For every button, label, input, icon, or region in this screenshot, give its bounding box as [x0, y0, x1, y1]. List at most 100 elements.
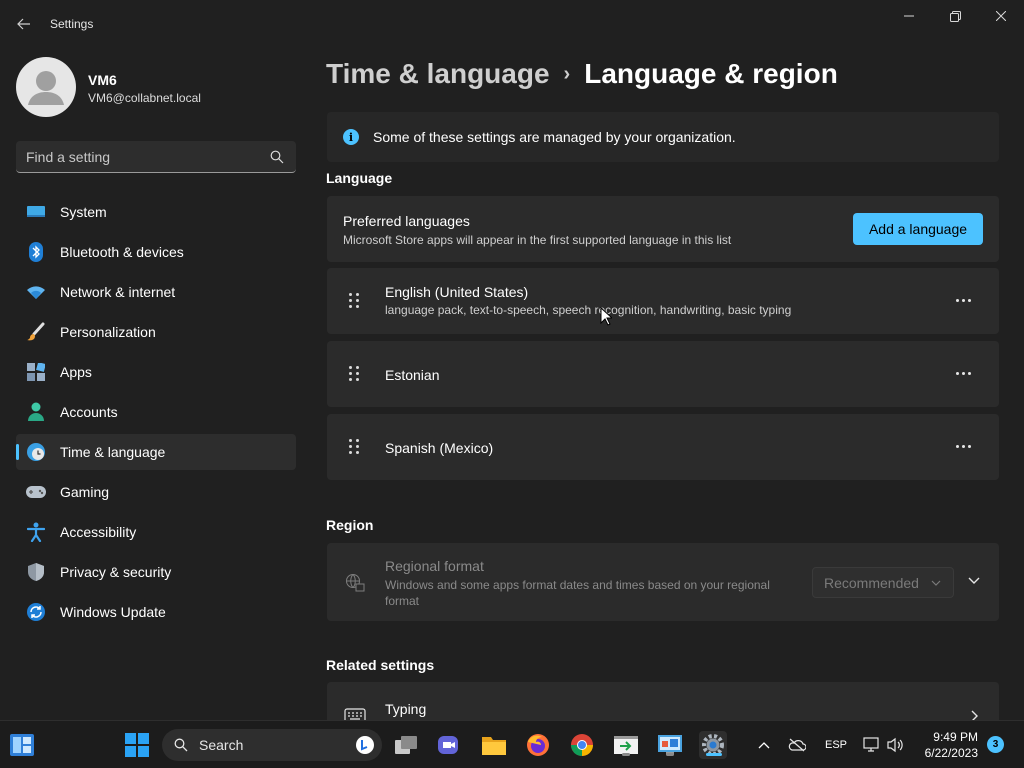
section-title-related-settings: Related settings	[326, 657, 435, 673]
sidebar-item-label: Accounts	[60, 404, 118, 420]
more-options-icon[interactable]	[953, 436, 973, 456]
regional-format-dropdown[interactable]: Recommended	[812, 567, 954, 598]
show-hidden-icons-button[interactable]	[752, 731, 776, 759]
sidebar-item-personalization[interactable]: Personalization	[16, 314, 296, 350]
managed-info-banner: i Some of these settings are managed by …	[327, 112, 999, 162]
close-icon	[996, 11, 1006, 21]
widgets-icon	[10, 734, 34, 756]
accessibility-icon	[26, 522, 46, 542]
chevron-down-icon	[931, 580, 941, 586]
more-options-icon[interactable]	[953, 363, 973, 383]
section-title-region: Region	[326, 517, 374, 533]
expand-chevron-icon[interactable]	[967, 574, 981, 588]
running-indicator	[666, 753, 674, 756]
update-icon	[26, 602, 46, 622]
arrow-left-icon	[17, 18, 30, 30]
start-button[interactable]	[123, 731, 151, 759]
more-options-icon[interactable]	[953, 290, 973, 310]
notification-badge[interactable]: 3	[987, 736, 1004, 753]
related-item-label: Typing	[385, 701, 427, 717]
sidebar-item-label: Windows Update	[60, 604, 166, 620]
drag-handle-icon[interactable]	[349, 439, 361, 455]
taskbar: Search ESP 9:49 PM 6/22/2023 3	[0, 720, 1024, 768]
preferred-languages-subtitle: Microsoft Store apps will appear in the …	[343, 233, 732, 247]
sidebar-item-label: Bluetooth & devices	[60, 244, 184, 260]
breadcrumb: Time & language › Language & region	[326, 58, 838, 90]
restore-button[interactable]	[932, 0, 978, 32]
sidebar-item-bluetooth[interactable]: Bluetooth & devices	[16, 234, 296, 270]
sidebar-item-privacy[interactable]: Privacy & security	[16, 554, 296, 590]
sidebar-item-label: Time & language	[60, 444, 166, 460]
control-panel-button[interactable]	[656, 731, 684, 759]
sidebar-item-label: Apps	[60, 364, 92, 380]
search-icon[interactable]	[270, 150, 284, 164]
input-language-indicator[interactable]: ESP	[825, 739, 847, 751]
wifi-icon	[26, 282, 46, 302]
task-view-button[interactable]	[392, 731, 420, 759]
apps-icon	[26, 362, 46, 382]
monitor-icon	[26, 202, 46, 222]
sidebar-item-label: Gaming	[60, 484, 110, 500]
app-title: Settings	[50, 17, 94, 31]
sidebar-item-time-language[interactable]: Time & language	[16, 434, 296, 470]
folder-icon	[482, 737, 506, 755]
sidebar-item-accessibility[interactable]: Accessibility	[16, 514, 296, 550]
avatar[interactable]	[16, 57, 76, 117]
taskbar-search[interactable]: Search	[162, 729, 382, 761]
user-avatar-icon	[28, 71, 64, 105]
back-button[interactable]	[12, 12, 36, 36]
language-row-english[interactable]: English (United States) language pack, t…	[327, 268, 999, 334]
network-status-button[interactable]	[860, 731, 884, 759]
sidebar-item-windows-update[interactable]: Windows Update	[16, 594, 296, 630]
paintbrush-icon	[26, 322, 46, 342]
drag-handle-icon[interactable]	[349, 366, 361, 382]
language-row-spanish[interactable]: Spanish (Mexico)	[327, 414, 999, 480]
network-icon	[863, 737, 879, 752]
page-title: Language & region	[584, 58, 838, 89]
remote-app-button[interactable]	[612, 731, 640, 759]
widgets-button[interactable]	[8, 731, 36, 759]
windows-start-icon	[125, 733, 149, 757]
bluetooth-icon	[26, 242, 46, 262]
onedrive-button[interactable]	[785, 731, 809, 759]
shield-icon	[26, 562, 46, 582]
language-features: language pack, text-to-speech, speech re…	[385, 303, 792, 317]
sidebar-item-network[interactable]: Network & internet	[16, 274, 296, 310]
search-input[interactable]	[26, 147, 266, 167]
sidebar-item-label: System	[60, 204, 107, 220]
section-title-language: Language	[326, 170, 393, 186]
bing-chat-icon[interactable]	[355, 735, 375, 755]
sidebar-item-system[interactable]: System	[16, 194, 296, 230]
regional-format-icon	[346, 574, 365, 592]
breadcrumb-parent[interactable]: Time & language	[326, 58, 550, 89]
firefox-icon	[527, 734, 549, 756]
sidebar-item-label: Accessibility	[60, 524, 137, 540]
drag-handle-icon[interactable]	[349, 293, 361, 309]
regional-format-selected: Recommended	[824, 575, 919, 591]
sidebar-item-gaming[interactable]: Gaming	[16, 474, 296, 510]
search-box	[16, 141, 296, 173]
firefox-button[interactable]	[524, 731, 552, 759]
preferred-languages-title: Preferred languages	[343, 213, 470, 229]
search-icon	[174, 738, 188, 752]
taskbar-clock-date[interactable]: 6/22/2023	[920, 746, 978, 760]
volume-button[interactable]	[884, 731, 908, 759]
teams-chat-button[interactable]	[435, 731, 463, 759]
taskbar-search-label: Search	[199, 737, 244, 753]
regional-format-subtitle: Windows and some apps format dates and t…	[385, 578, 770, 608]
chrome-icon	[571, 734, 593, 756]
teams-chat-icon	[438, 736, 458, 754]
file-explorer-button[interactable]	[480, 731, 508, 759]
title-bar: Settings	[0, 0, 1024, 48]
language-row-estonian[interactable]: Estonian	[327, 341, 999, 407]
regional-format-title: Regional format	[385, 558, 484, 574]
add-language-button[interactable]: Add a language	[853, 213, 983, 245]
taskbar-clock-time[interactable]: 9:49 PM	[924, 730, 978, 744]
minimize-button[interactable]	[886, 0, 932, 32]
settings-taskbar-button[interactable]	[699, 731, 727, 759]
chrome-button[interactable]	[568, 731, 596, 759]
sidebar-item-apps[interactable]: Apps	[16, 354, 296, 390]
preferred-languages-card: Preferred languages Microsoft Store apps…	[327, 196, 999, 262]
sidebar-item-accounts[interactable]: Accounts	[16, 394, 296, 430]
close-button[interactable]	[978, 0, 1024, 32]
